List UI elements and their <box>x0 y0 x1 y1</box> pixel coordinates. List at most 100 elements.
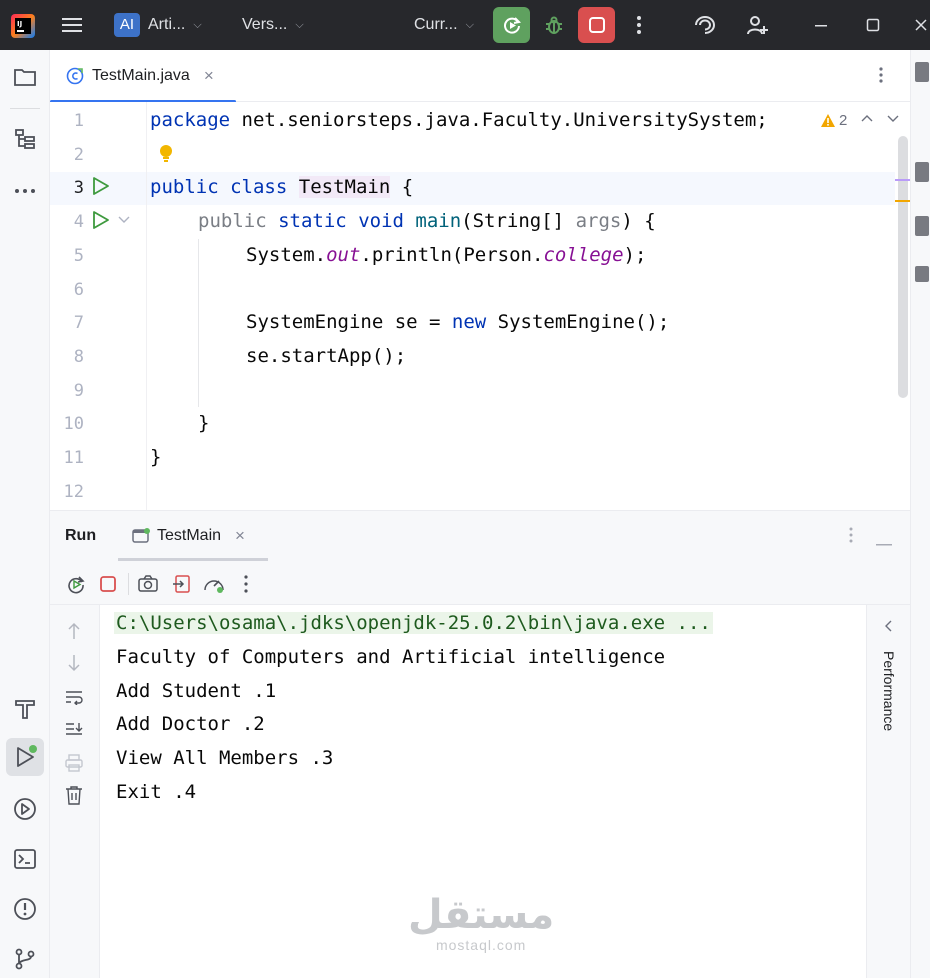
problems-icon <box>14 898 36 920</box>
chevron-left-icon[interactable] <box>881 617 897 635</box>
terminal-icon <box>14 849 36 869</box>
line-number: 4 <box>73 212 84 232</box>
soft-wrap-icon[interactable] <box>62 685 86 709</box>
code-text: SystemEngine se = <box>246 311 452 333</box>
close-icon[interactable]: × <box>235 526 245 546</box>
more-actions-icon[interactable] <box>628 12 650 38</box>
build-button[interactable] <box>0 694 50 724</box>
vcs-widget[interactable]: Vers... ⌵ <box>242 12 304 38</box>
console-line: Add Student .1 <box>116 680 277 702</box>
vcs-label: Vers... <box>242 16 288 33</box>
watermark-arabic: مستقل <box>408 892 555 938</box>
run-options-icon[interactable] <box>848 527 860 545</box>
chevron-down-icon: ⌵ <box>193 18 202 31</box>
editor-scrollbar[interactable] <box>898 136 908 398</box>
performance-label: Performance <box>881 651 897 732</box>
toolbar-divider <box>128 573 129 595</box>
project-view-button[interactable] <box>0 62 50 92</box>
bug-icon <box>546 16 562 34</box>
editor-tab-options-icon[interactable] <box>878 66 898 86</box>
structure-view-button[interactable] <box>0 124 50 154</box>
code-line-7: SystemEngine se = new SystemEngine(); <box>246 311 669 333</box>
editor-tab-testmain[interactable]: TestMain.java × <box>50 50 236 103</box>
arrow-down-icon[interactable] <box>62 651 86 675</box>
console-line: C:\Users\osama\.jdks\openjdk-25.0.2\bin\… <box>114 612 713 634</box>
stop-button[interactable] <box>578 7 615 43</box>
line-number: 5 <box>73 246 84 266</box>
problems-button[interactable] <box>0 894 50 924</box>
run-configuration-selector[interactable]: Curr... ⌵ <box>414 12 474 38</box>
print-icon[interactable] <box>62 751 86 775</box>
ai-assistant-icon[interactable] <box>690 11 720 39</box>
code-text: } <box>150 446 162 468</box>
code-text: se.startApp(); <box>246 345 407 367</box>
exit-icon[interactable] <box>170 572 194 596</box>
class-name: TestMain <box>298 176 391 198</box>
run-header: Run TestMain × <box>50 511 910 561</box>
watermark-latin: mostaql.com <box>435 937 527 953</box>
svg-text:IJ: IJ <box>17 20 22 28</box>
code-line-5: System.out.println(Person.college); <box>246 244 646 266</box>
more-tool-windows-button[interactable] <box>0 176 50 206</box>
intellij-logo-icon[interactable]: IJ <box>10 13 36 39</box>
maximize-icon[interactable] <box>860 13 886 37</box>
next-highlight-icon[interactable] <box>887 111 899 129</box>
services-button[interactable] <box>0 794 50 824</box>
keyword: class <box>230 176 288 198</box>
run-config-label: Curr... <box>414 16 458 33</box>
run-class-gutter-icon[interactable] <box>90 176 112 198</box>
console-line: Add Doctor .2 <box>116 713 265 735</box>
notifications-icon[interactable] <box>915 62 929 82</box>
profiler-gauge-icon[interactable] <box>202 572 226 596</box>
line-number: 7 <box>73 313 84 333</box>
stop-icon[interactable] <box>96 572 120 596</box>
previous-highlight-icon[interactable] <box>861 111 873 129</box>
terminal-button[interactable] <box>0 844 50 874</box>
project-switcher[interactable]: AI Arti... ⌵ <box>114 12 202 38</box>
code-text: { <box>390 176 414 198</box>
line-number: 11 <box>63 448 84 468</box>
git-button[interactable] <box>0 944 50 974</box>
performance-side-panel[interactable]: Performance <box>866 605 910 978</box>
gradle-icon[interactable] <box>915 216 929 236</box>
code-line-10: } <box>198 412 209 434</box>
minimize-icon[interactable] <box>808 13 834 37</box>
performance-label-holder: Performance <box>879 651 901 751</box>
main-menu-icon[interactable] <box>58 12 86 38</box>
fold-chevron-icon[interactable] <box>118 212 134 230</box>
code-line-4: public static void main(String[] args) { <box>198 210 656 232</box>
chevron-down-icon: ⌵ <box>465 18 474 31</box>
code-line-3: public class TestMain { <box>150 176 413 198</box>
java-class-icon <box>66 67 84 85</box>
project-name: Arti... <box>148 16 186 33</box>
line-number: 1 <box>73 111 84 131</box>
hide-panel-icon[interactable] <box>876 534 892 546</box>
left-tool-strip <box>0 50 50 978</box>
more-actions-icon[interactable] <box>236 572 256 596</box>
git-branch-icon <box>15 948 35 970</box>
close-window-icon[interactable] <box>912 13 930 37</box>
add-user-icon[interactable] <box>742 11 772 39</box>
lightbulb-icon[interactable] <box>158 144 178 166</box>
run-main-gutter-icon[interactable] <box>90 210 112 232</box>
right-tool-strip <box>910 50 930 978</box>
chevron-down-icon: ⌵ <box>295 18 304 31</box>
console-line: Exit .4 <box>116 781 197 803</box>
parameter-name: args <box>575 210 622 232</box>
run-tool-window-button[interactable] <box>6 738 44 776</box>
debug-button[interactable] <box>538 9 570 41</box>
camera-icon[interactable] <box>136 572 160 596</box>
close-icon[interactable]: × <box>204 66 214 86</box>
maven-icon[interactable] <box>915 266 929 282</box>
inspection-widget[interactable]: 2 <box>820 109 899 131</box>
code-editor[interactable]: 1 2 3 4 5 6 7 8 9 10 11 12 package net.s… <box>50 102 910 510</box>
rerun-icon[interactable] <box>64 572 88 596</box>
console-line: View All Members .3 <box>116 747 334 769</box>
database-icon[interactable] <box>915 162 929 182</box>
rerun-button[interactable] <box>493 7 530 43</box>
trash-icon[interactable] <box>62 783 86 807</box>
arrow-up-icon[interactable] <box>62 619 86 643</box>
run-tab-testmain[interactable]: TestMain × <box>118 511 268 561</box>
code-line-1: package net.seniorsteps.java.Faculty.Uni… <box>150 109 768 131</box>
scroll-to-end-icon[interactable] <box>62 717 86 741</box>
